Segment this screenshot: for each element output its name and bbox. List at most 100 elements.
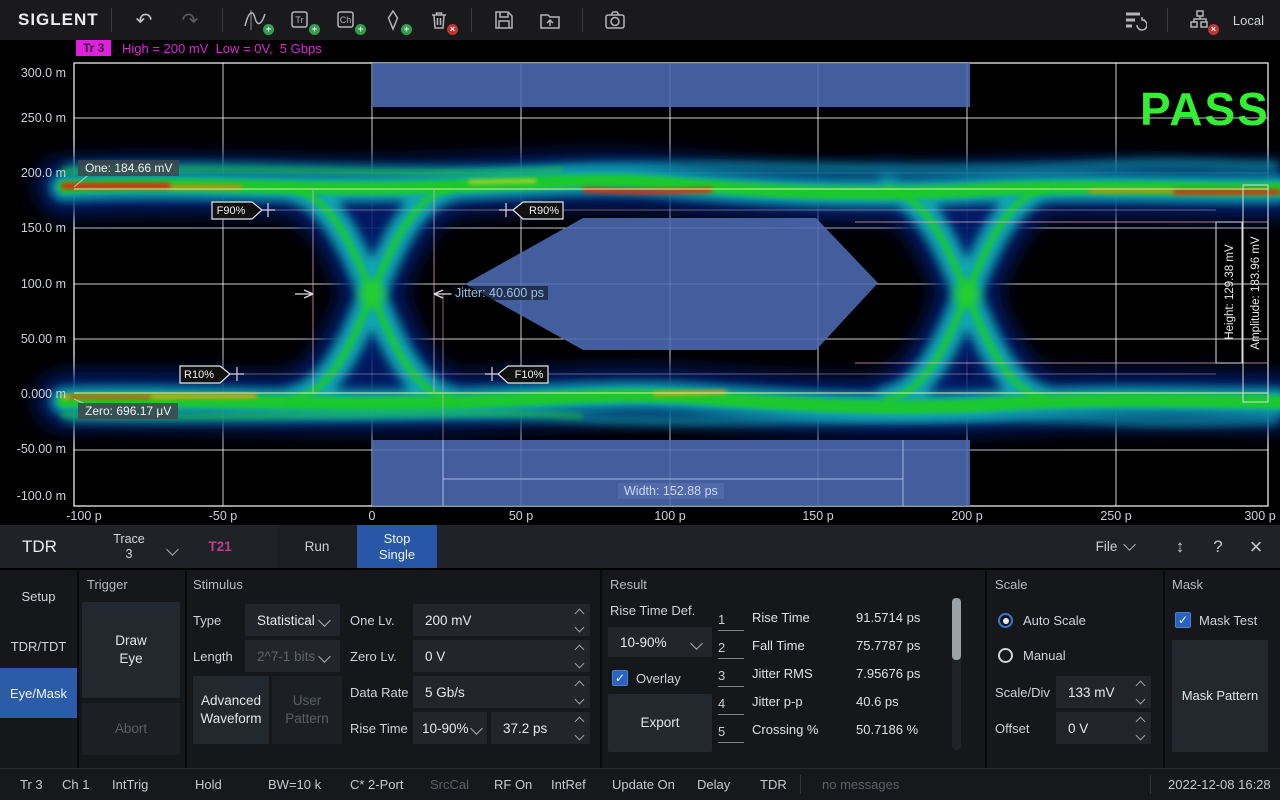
add-trace-button[interactable]: Tr + — [278, 3, 324, 37]
scrollbar-thumb[interactable] — [952, 598, 961, 660]
one-level-label: One Lv. — [350, 604, 395, 636]
rise-time-def-dropdown[interactable]: 10-90% — [413, 712, 487, 744]
screenshot-button[interactable] — [592, 3, 638, 37]
trace-badge[interactable]: Tr 3 — [76, 40, 111, 56]
advanced-waveform-button[interactable]: Advanced Waveform — [193, 676, 269, 744]
stop-single-button[interactable]: Stop Single — [357, 525, 437, 568]
draw-eye-label: Draw Eye — [105, 632, 157, 668]
spinner[interactable] — [576, 640, 583, 672]
length-dropdown[interactable]: 2^7-1 bits — [245, 640, 340, 672]
folder-recall-icon — [539, 9, 561, 31]
marker-r90: R90% — [529, 205, 559, 217]
add-badge-icon: + — [263, 24, 274, 35]
overlay-checkbox[interactable]: ✓ — [612, 670, 628, 686]
sidebar-item-tdr-tdt[interactable]: TDR/TDT — [0, 624, 77, 668]
svg-text:50.00 m: 50.00 m — [21, 332, 66, 346]
file-menu-label: File — [1096, 539, 1118, 554]
spinner[interactable] — [576, 676, 583, 708]
row-value: 40.6 ps — [856, 694, 952, 709]
trace-selector-number: 3 — [126, 547, 133, 562]
height-label: Height: 129.38 mV — [1224, 244, 1236, 340]
row-value: 7.95676 ps — [856, 666, 952, 681]
svg-text:300 p: 300 p — [1244, 509, 1275, 523]
network-status-button[interactable]: × — [1177, 3, 1223, 37]
row-value: 91.5714 ps — [856, 610, 952, 625]
row-number: 4 — [718, 687, 744, 715]
file-menu-button[interactable]: File — [1082, 525, 1148, 568]
spinner[interactable] — [1137, 712, 1144, 744]
svg-text:250 p: 250 p — [1100, 509, 1131, 523]
rise-time-input[interactable]: 37.2 ps — [491, 712, 590, 744]
recall-button[interactable] — [527, 3, 573, 37]
one-level-input[interactable]: 200 mV — [413, 604, 590, 636]
marker-f10: F10% — [515, 369, 544, 381]
section-divider — [77, 570, 79, 768]
row-name: Fall Time — [744, 638, 856, 653]
type-dropdown[interactable]: Statistical — [245, 604, 340, 636]
add-channel-button[interactable]: Ch + — [324, 3, 370, 37]
manual-scale-radio[interactable] — [998, 648, 1013, 663]
network-alert-badge-icon: × — [1208, 24, 1219, 35]
mask-pattern-button[interactable]: Mask Pattern — [1172, 640, 1268, 752]
redo-button[interactable]: ↷ — [167, 3, 213, 37]
check-icon: ✓ — [1178, 613, 1188, 627]
status-bandwidth: BW=10 k — [268, 769, 321, 800]
mask-test-checkbox[interactable]: ✓ — [1175, 612, 1191, 628]
svg-text:-100 p: -100 p — [66, 509, 101, 523]
data-rate-value: 5 Gb/s — [425, 685, 465, 700]
add-marker-button[interactable]: + — [370, 3, 416, 37]
result-scrollbar[interactable] — [952, 598, 961, 750]
one-level-value: 200 mV — [425, 613, 472, 628]
preset-list-button[interactable] — [1112, 3, 1158, 37]
zero-level-readout: Zero: 696.17 µV — [78, 403, 178, 419]
auto-scale-radio[interactable] — [998, 613, 1013, 628]
result-rise-def-value: 10-90% — [620, 635, 667, 650]
trace-selector-dropdown[interactable]: Trace 3 — [98, 525, 160, 568]
close-panel-button[interactable]: × — [1238, 525, 1274, 568]
data-rate-label: Data Rate — [350, 676, 409, 708]
draw-eye-button[interactable]: Draw Eye — [82, 602, 180, 698]
mask-hexagon — [465, 218, 878, 350]
help-button[interactable]: ? — [1200, 525, 1236, 568]
row-name: Rise Time — [744, 610, 856, 625]
status-divider — [800, 775, 801, 794]
offset-input[interactable]: 0 V — [1056, 712, 1151, 744]
delete-badge-icon: × — [447, 24, 458, 35]
add-formula-trace-button[interactable]: + — [232, 3, 278, 37]
mask-test-label: Mask Test — [1199, 612, 1257, 628]
expand-panel-button[interactable]: ↕ — [1162, 525, 1198, 568]
row-name: Jitter RMS — [744, 666, 856, 681]
scale-div-input[interactable]: 133 mV — [1056, 676, 1151, 708]
status-mode: TDR — [760, 769, 787, 800]
result-rise-def-dropdown[interactable]: 10-90% — [608, 627, 712, 657]
run-button[interactable]: Run — [277, 525, 357, 568]
spinner[interactable] — [576, 712, 583, 744]
spin-down-icon — [575, 622, 585, 632]
spinner[interactable] — [1137, 676, 1144, 708]
undo-button[interactable]: ↶ — [121, 3, 167, 37]
trigger-section-title: Trigger — [87, 577, 128, 592]
delete-button[interactable]: × — [416, 3, 462, 37]
single-label: Single — [379, 547, 415, 563]
advanced-waveform-label: Advanced Waveform — [196, 692, 266, 728]
abort-button[interactable]: Abort — [82, 703, 180, 755]
tab-trace-t21[interactable]: T21 — [198, 525, 242, 568]
rise-time-def-value: 10-90% — [422, 721, 469, 736]
zero-level-value: 0 V — [425, 649, 445, 664]
amplitude-label: Amplitude: 183.96 mV — [1250, 236, 1262, 349]
rise-time-label: Rise Time — [350, 712, 408, 744]
sidebar-item-eye-mask[interactable]: Eye/Mask — [0, 668, 77, 718]
export-button[interactable]: Export — [608, 694, 712, 752]
sidebar-item-setup[interactable]: Setup — [0, 574, 77, 618]
row-number: 5 — [718, 715, 744, 743]
zero-level-input[interactable]: 0 V — [413, 640, 590, 672]
marker-f90: F90% — [217, 205, 246, 217]
length-label: Length — [193, 640, 233, 672]
data-rate-input[interactable]: 5 Gb/s — [413, 676, 590, 708]
chevron-down-icon — [318, 614, 331, 627]
status-hold: Hold — [195, 769, 222, 800]
save-button[interactable] — [481, 3, 527, 37]
app-title: TDR — [22, 525, 57, 568]
spinner[interactable] — [576, 604, 583, 636]
user-pattern-button[interactable]: User Pattern — [272, 676, 342, 744]
